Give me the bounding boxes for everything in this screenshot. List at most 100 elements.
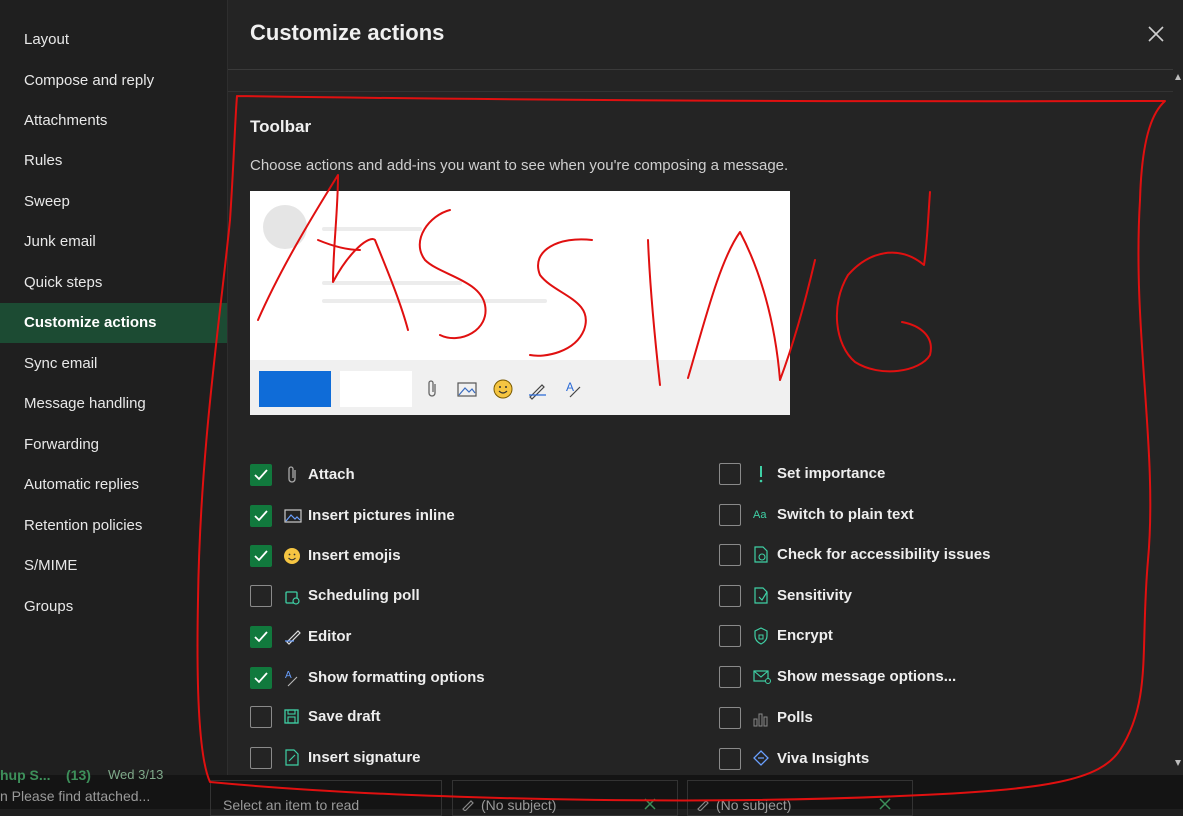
show-formatting-checkbox[interactable]	[250, 667, 272, 689]
svg-text:A: A	[285, 670, 292, 681]
insert-pictures-checkbox[interactable]	[250, 505, 272, 527]
option-show-message-options[interactable]: Show message options...	[719, 666, 1139, 694]
mail-item-date: Wed 3/13	[108, 767, 164, 782]
sidebar-item-label: Attachments	[24, 112, 108, 129]
plain-text-checkbox[interactable]	[719, 504, 741, 526]
draft-tab-2[interactable]: (No subject)	[687, 780, 913, 816]
section-description: Choose actions and add-ins you want to s…	[250, 157, 789, 174]
sidebar-item-label: Rules	[24, 152, 63, 169]
insert-signature-checkbox[interactable]	[250, 747, 272, 769]
sidebar-item-label: S/MIME	[24, 557, 78, 574]
viva-insights-checkbox[interactable]	[719, 748, 741, 770]
option-label: Insert pictures inline	[308, 507, 455, 524]
customize-actions-dialog: Customize actions Toolbar Choose actions…	[227, 0, 1183, 775]
sidebar-item-automatic-replies[interactable]: Automatic replies	[0, 465, 227, 505]
sensitivity-icon	[754, 587, 768, 604]
dialog-scrollbar[interactable]	[1174, 70, 1182, 770]
sidebar-item-label: Groups	[24, 598, 74, 615]
encrypt-shield-icon	[754, 627, 768, 645]
emoji-icon	[284, 548, 300, 564]
option-editor[interactable]: Editor	[250, 626, 690, 654]
option-switch-to-plain-text[interactable]: Aa Switch to plain text	[719, 504, 1139, 532]
reading-pane-box: Select an item to read	[210, 780, 442, 816]
header-divider	[228, 69, 1173, 70]
option-show-formatting-options[interactable]: A Show formatting options	[250, 667, 690, 695]
sidebar-item-label: Quick steps	[24, 274, 103, 291]
save-icon	[284, 709, 299, 724]
picture-icon	[284, 509, 302, 523]
sidebar-item-compose-and-reply[interactable]: Compose and reply	[0, 61, 227, 101]
option-insert-signature[interactable]: Insert signature	[250, 747, 690, 775]
sidebar-item-rules[interactable]: Rules	[0, 141, 227, 181]
sidebar-item-sweep[interactable]: Sweep	[0, 182, 227, 222]
sidebar-item-label: Message handling	[24, 395, 146, 412]
option-encrypt[interactable]: Encrypt	[719, 625, 1139, 653]
accessibility-checkbox[interactable]	[719, 544, 741, 566]
sidebar-item-retention-policies[interactable]: Retention policies	[0, 506, 227, 546]
sidebar-item-attachments[interactable]: Attachments	[0, 101, 227, 141]
set-importance-checkbox[interactable]	[719, 463, 741, 485]
sidebar-item-smime[interactable]: S/MIME	[0, 546, 227, 586]
option-set-importance[interactable]: Set importance	[719, 463, 1139, 491]
sidebar-item-label: Forwarding	[24, 436, 100, 453]
encrypt-checkbox[interactable]	[719, 625, 741, 647]
editor-checkbox[interactable]	[250, 626, 272, 648]
preview-toolbar	[250, 360, 790, 415]
close-icon[interactable]	[1144, 22, 1168, 46]
option-sensitivity[interactable]: Sensitivity	[719, 585, 1139, 613]
draft-tab-title: (No subject)	[716, 797, 792, 813]
settings-sidebar: Layout Compose and reply Attachments Rul…	[0, 0, 227, 775]
option-save-draft[interactable]: Save draft	[250, 706, 690, 734]
avatar	[263, 205, 307, 249]
option-scheduling-poll[interactable]: Scheduling poll	[250, 585, 690, 613]
svg-text:A: A	[566, 380, 574, 394]
background-mail-strip: hup S... (13) Wed 3/13 n Please find att…	[0, 767, 1183, 816]
sidebar-item-label: Compose and reply	[24, 72, 155, 89]
draft-tab-title: (No subject)	[481, 797, 557, 813]
save-draft-checkbox[interactable]	[250, 706, 272, 728]
sidebar-item-label: Sync email	[24, 355, 98, 372]
placeholder-line	[322, 281, 462, 285]
draft-tab-1[interactable]: (No subject)	[452, 780, 678, 816]
paperclip-icon	[288, 466, 296, 483]
sidebar-item-forwarding[interactable]: Forwarding	[0, 425, 227, 465]
editor-pen-icon	[529, 384, 546, 400]
content-top-divider	[228, 91, 1173, 92]
mail-item-sender[interactable]: hup S...	[0, 767, 51, 783]
sidebar-item-customize-actions[interactable]: Customize actions	[0, 303, 227, 343]
option-label: Save draft	[308, 708, 381, 725]
scheduling-poll-checkbox[interactable]	[250, 585, 272, 607]
sidebar-item-sync-email[interactable]: Sync email	[0, 344, 227, 384]
polls-icon	[753, 713, 768, 727]
option-insert-pictures-inline[interactable]: Insert pictures inline	[250, 505, 690, 533]
mail-item-preview[interactable]: n Please find attached...	[0, 788, 150, 804]
attach-checkbox[interactable]	[250, 464, 272, 486]
sensitivity-checkbox[interactable]	[719, 585, 741, 607]
option-label: Switch to plain text	[777, 506, 914, 523]
sidebar-item-label: Layout	[24, 31, 70, 48]
sidebar-item-junk-email[interactable]: Junk email	[0, 222, 227, 262]
option-insert-emojis[interactable]: Insert emojis	[250, 545, 690, 573]
paperclip-icon	[428, 380, 436, 397]
plain-text-icon: Aa	[753, 509, 767, 521]
sidebar-item-groups[interactable]: Groups	[0, 587, 227, 627]
placeholder-line	[322, 299, 547, 303]
message-options-checkbox[interactable]	[719, 666, 741, 688]
scheduling-poll-icon	[285, 591, 300, 605]
option-viva-insights[interactable]: Viva Insights	[719, 748, 1139, 776]
sidebar-item-quick-steps[interactable]: Quick steps	[0, 263, 227, 303]
option-polls[interactable]: Polls	[719, 707, 1139, 735]
sidebar-item-message-handling[interactable]: Message handling	[0, 384, 227, 424]
option-label: Check for accessibility issues	[777, 546, 991, 563]
picture-icon	[457, 382, 477, 397]
formatting-icon: A	[285, 670, 298, 687]
viva-insights-icon	[753, 750, 769, 766]
option-check-accessibility[interactable]: Check for accessibility issues	[719, 544, 1139, 572]
sidebar-item-label: Junk email	[24, 233, 96, 250]
option-label: Sensitivity	[777, 587, 853, 604]
sidebar-item-layout[interactable]: Layout	[0, 20, 227, 60]
option-attach[interactable]: Attach	[250, 464, 690, 492]
polls-checkbox[interactable]	[719, 707, 741, 729]
insert-emojis-checkbox[interactable]	[250, 545, 272, 567]
sidebar-item-label: Automatic replies	[24, 476, 140, 493]
